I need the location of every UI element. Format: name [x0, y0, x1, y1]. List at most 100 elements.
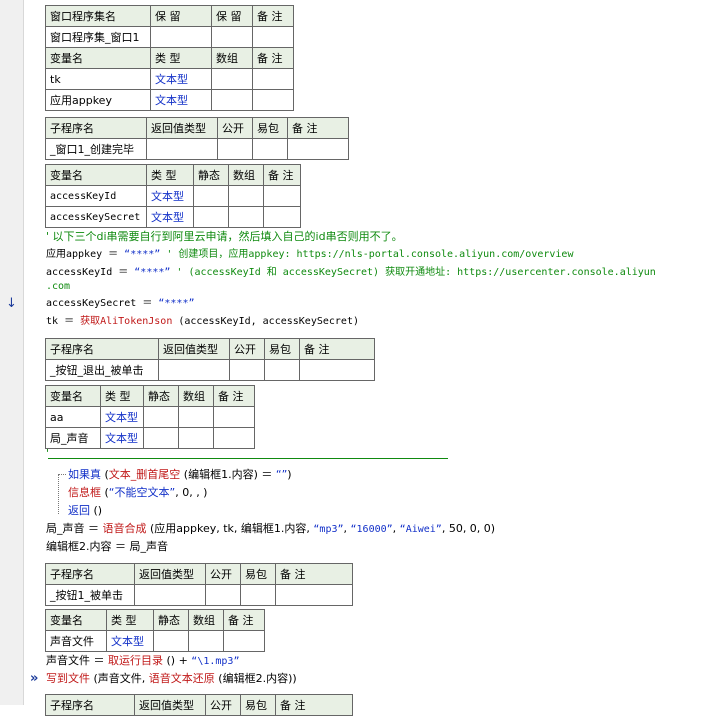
cell[interactable] — [211, 68, 253, 90]
code-line[interactable]: 局_声音 ＝ 语音合成 (应用appkey, tk, 编辑框1.内容, “mp3… — [46, 522, 495, 537]
cell[interactable] — [252, 68, 294, 90]
var-ref: accessKeySecret — [46, 298, 137, 309]
table-row[interactable]: _窗口1_创建完毕 — [45, 138, 349, 160]
cell[interactable] — [287, 138, 349, 160]
cell[interactable] — [205, 584, 241, 606]
code-line[interactable]: accessKeySecret ＝ “****” — [46, 297, 194, 311]
string-literal: “****” — [124, 249, 161, 260]
col-header: 子程序名 — [45, 117, 147, 139]
string-literal: “Aiwei” — [399, 524, 442, 535]
subroutine-name[interactable]: _窗口1_创建完毕 — [45, 138, 147, 160]
cell[interactable] — [146, 138, 218, 160]
cell[interactable] — [134, 584, 206, 606]
table-row[interactable]: tk 文本型 — [45, 68, 294, 90]
cell[interactable] — [275, 584, 353, 606]
code-line[interactable]: 编辑框2.内容 ＝ 局_声音 — [46, 540, 168, 554]
cell[interactable] — [217, 138, 253, 160]
cell[interactable] — [143, 406, 179, 428]
call-args: (声音文件, — [90, 672, 149, 685]
var-type[interactable]: 文本型 — [150, 89, 212, 111]
table-row[interactable]: 声音文件 文本型 — [45, 630, 265, 652]
var-type[interactable]: 文本型 — [100, 427, 144, 449]
subroutine-name[interactable]: _按钮1_被单击 — [45, 584, 135, 606]
var-name[interactable]: tk — [45, 68, 151, 90]
cell[interactable] — [263, 206, 301, 228]
cell[interactable] — [153, 630, 189, 652]
cell[interactable] — [193, 185, 229, 207]
col-header: 备 注 — [299, 338, 375, 360]
call-args: () — [90, 504, 103, 517]
var-type[interactable]: 文本型 — [146, 206, 194, 228]
cell[interactable] — [252, 26, 294, 48]
var-type[interactable]: 文本型 — [146, 185, 194, 207]
paren: ( — [101, 468, 109, 481]
var-name[interactable]: 应用appkey — [45, 89, 151, 111]
cell[interactable] — [211, 26, 253, 48]
col-header: 变量名 — [45, 47, 151, 69]
code-line[interactable]: 声音文件 ＝ 取运行目录 () + “\1.mp3” — [46, 654, 239, 669]
table-row[interactable]: _按钮_退出_被单击 — [45, 359, 375, 381]
cell[interactable] — [223, 630, 265, 652]
cell[interactable] — [229, 359, 265, 381]
code-line[interactable]: 如果真 (文本_删首尾空 (编辑框1.内容) ＝ “”) — [68, 468, 292, 482]
function-call: 语音文本还原 — [148, 672, 215, 685]
var-type[interactable]: 文本型 — [106, 630, 154, 652]
cell[interactable] — [178, 406, 214, 428]
code-line[interactable]: 写到文件 (声音文件, 语音文本还原 (编辑框2.内容)) — [46, 672, 297, 686]
string-literal: “mp3” — [313, 524, 344, 535]
cell[interactable] — [240, 584, 276, 606]
var-name[interactable]: aa — [45, 406, 101, 428]
code-comment[interactable]: ' 以下三个di串需要自行到阿里云申请，然后填入自己的id串否则用不了。 — [46, 230, 403, 244]
local-var-table: 变量名 类 型 静态 数组 备 注 accessKeyId 文本型 access… — [45, 164, 301, 228]
col-header: 备 注 — [223, 609, 265, 631]
var-name[interactable]: 局_声音 — [45, 427, 101, 449]
call-args: (accessKeyId, accessKeySecret) — [172, 316, 359, 327]
cell[interactable] — [263, 185, 301, 207]
cell[interactable] — [211, 89, 253, 111]
cell[interactable] — [158, 359, 230, 381]
cell[interactable] — [143, 427, 179, 449]
subroutine-name[interactable]: _按钮_退出_被单击 — [45, 359, 159, 381]
cell[interactable] — [264, 359, 300, 381]
function-call: 信息框 — [68, 486, 101, 499]
code-line[interactable]: 返回 () — [68, 504, 102, 518]
assembly-name[interactable]: 窗口程序集_窗口1 — [45, 26, 151, 48]
code-line[interactable]: tk ＝ 获取AliTokenJson (accessKeyId, access… — [46, 315, 359, 329]
col-header: 数组 — [178, 385, 214, 407]
fold-line-tick — [58, 474, 66, 476]
local-var-table: 变量名 类 型 静态 数组 备 注 声音文件 文本型 — [45, 609, 265, 652]
table-row[interactable]: aa 文本型 — [45, 406, 255, 428]
table-row[interactable]: _按钮1_被单击 — [45, 584, 353, 606]
cell[interactable] — [213, 427, 255, 449]
col-header: 静态 — [143, 385, 179, 407]
code-line[interactable]: 信息框 (“不能空文本”, 0, , ) — [68, 486, 207, 500]
table-row[interactable]: accessKeySecret 文本型 — [45, 206, 301, 228]
cell[interactable] — [299, 359, 375, 381]
cell[interactable] — [213, 406, 255, 428]
code-line[interactable]: accessKeyId ＝ “****” ' (accessKeyId 和 ac… — [46, 266, 656, 280]
cell[interactable] — [150, 26, 212, 48]
var-type[interactable]: 文本型 — [150, 68, 212, 90]
operator: ＝ — [112, 267, 135, 278]
cell[interactable] — [178, 427, 214, 449]
table-row[interactable]: 应用appkey 文本型 — [45, 89, 294, 111]
var-name[interactable]: 声音文件 — [45, 630, 107, 652]
cell[interactable] — [252, 138, 288, 160]
table-row[interactable]: accessKeyId 文本型 — [45, 185, 301, 207]
col-header: 数组 — [188, 609, 224, 631]
cell[interactable] — [252, 89, 294, 111]
table-row[interactable]: 局_声音 文本型 — [45, 427, 255, 449]
var-ref: accessKeyId — [46, 267, 113, 278]
table-row[interactable]: 窗口程序集_窗口1 — [45, 26, 294, 48]
var-name[interactable]: accessKeyId — [45, 185, 147, 207]
code-line[interactable]: 应用appkey ＝ “****” ' 创建项目，应用appkey: https… — [46, 248, 573, 262]
var-name[interactable]: accessKeySecret — [45, 206, 147, 228]
col-header: 类 型 — [150, 47, 212, 69]
function-call: 获取AliTokenJson — [80, 316, 173, 327]
cell[interactable] — [193, 206, 229, 228]
cell[interactable] — [228, 185, 264, 207]
cell[interactable] — [188, 630, 224, 652]
cell[interactable] — [228, 206, 264, 228]
var-type[interactable]: 文本型 — [100, 406, 144, 428]
col-header: 保 留 — [211, 5, 253, 27]
